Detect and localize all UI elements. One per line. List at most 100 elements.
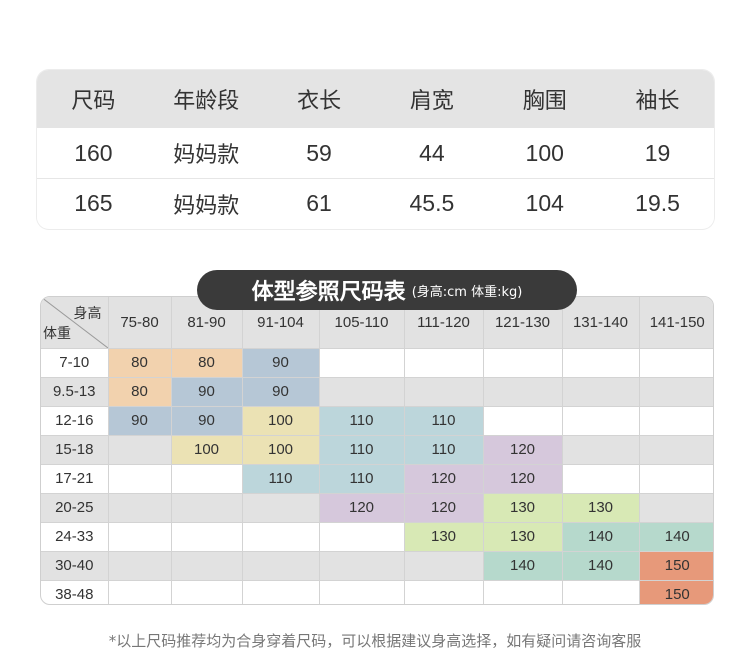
size-recommendation-cell [403,550,484,581]
grid-row: 9.5-13 80 90 90 [41,376,713,407]
size-recommendation-cell [638,492,713,523]
size-recommendation-cell: 100 [170,434,243,465]
weight-range-label: 20-25 [41,492,109,523]
chest-value: 104 [525,190,564,216]
size-recommendation-cell: 130 [482,521,563,552]
size-recommendation-cell: 110 [403,405,484,436]
sleeve-value: 19 [644,139,671,166]
size-recommendation-cell: 120 [403,492,484,523]
size-recommendation-cell [403,579,484,604]
size-recommendation-cell: 90 [170,405,243,436]
size-recommendation-cell [638,376,713,407]
height-range-header: 131-140 [561,297,640,349]
size-recommendation-cell: 110 [318,405,405,436]
size-recommendation-cell [241,550,320,581]
size-recommendation-cell: 120 [482,434,563,465]
corner-height-label: 身高 [73,306,102,322]
size-value: 165 [74,190,113,216]
size-recommendation-cell [403,376,484,407]
size-recommendation-cell: 80 [107,347,172,378]
header-age-group: 年龄段 [173,89,240,114]
size-recommendation-cell [241,579,320,604]
size-recommendation-cell [107,550,172,581]
size-recommendation-cell [107,579,172,604]
weight-range-label: 7-10 [41,347,109,378]
chest-value: 100 [525,139,564,166]
grid-row: 24-33 130 130 140 140 [41,521,713,552]
size-recommendation-cell [561,405,640,436]
shoulder-value: 45.5 [409,190,455,216]
age-group-value: 妈妈款 [173,143,240,168]
header-chest: 胸围 [522,89,567,114]
grid-row: 12-16 90 90 100 110 110 [41,405,713,436]
size-recommendation-cell: 80 [170,347,243,378]
size-recommendation-cell [170,492,243,523]
size-recommendation-cell [107,492,172,523]
size-recommendation-cell: 140 [561,550,640,581]
body-type-grid: 身高 体重 75-80 81-90 91-104 105-110 111-120… [40,296,714,605]
size-recommendation-cell [482,579,563,604]
corner-weight-label: 体重 [43,325,71,342]
size-recommendation-cell [241,492,320,523]
size-recommendation-cell [638,434,713,465]
size-recommendation-cell: 120 [403,463,484,494]
sleeve-value: 19.5 [635,190,680,216]
size-recommendation-cell: 120 [318,492,405,523]
size-recommendation-cell: 120 [482,463,563,494]
size-recommendation-cell: 90 [107,405,172,436]
weight-range-label: 9.5-13 [41,376,109,407]
height-range-header: 75-80 [107,297,172,349]
size-recommendation-cell: 150 [638,579,713,604]
weight-range-label: 15-18 [41,434,109,465]
age-group-value: 妈妈款 [173,193,240,219]
size-recommendation-cell [561,376,640,407]
header-sleeve: 袖长 [635,89,680,114]
size-recommendation-cell [107,463,172,494]
size-recommendation-cell [318,347,405,378]
body-type-table: 身高 体重 75-80 81-90 91-104 105-110 111-120… [41,297,713,604]
header-length: 衣长 [297,89,342,114]
size-recommendation-cell [482,347,563,378]
size-recommendation-cell [170,550,243,581]
size-recommendation-cell [561,579,640,604]
size-recommendation-cell [561,463,640,494]
size-recommendation-cell [638,463,713,494]
grid-row: 20-25 120 120 130 130 [41,492,713,523]
size-recommendation-cell: 130 [561,492,640,523]
size-recommendation-cell [107,521,172,552]
size-value: 160 [74,139,113,166]
size-recommendation-cell: 140 [561,521,640,552]
size-recommendation-cell [318,376,405,407]
size-recommendation-cell [638,405,713,436]
grid-row: 30-40 140 140 150 [41,550,713,581]
size-recommendation-cell: 110 [241,463,320,494]
size-recommendation-cell: 140 [638,521,713,552]
length-value: 61 [306,190,332,216]
chart-title-units: (身高:cm 体重:kg) [411,284,523,300]
grid-corner-cell: 身高 体重 [41,297,109,349]
size-recommendation-cell [561,347,640,378]
size-recommendation-cell: 130 [403,521,484,552]
size-recommendation-cell: 90 [241,347,320,378]
weight-range-label: 30-40 [41,550,109,581]
grid-row: 7-10 80 80 90 [41,347,713,378]
size-recommendation-cell [638,347,713,378]
size-recommendation-cell: 110 [318,434,405,465]
size-recommendation-cell [170,579,243,604]
shoulder-value: 44 [419,139,445,166]
grid-row: 38-48 150 [41,579,713,604]
size-recommendation-cell: 90 [170,376,243,407]
footnote: *以上尺码推荐均为合身穿着尺码，可以根据建议身高选择，如有疑问请咨询客服 [108,632,642,650]
size-recommendation-cell [241,521,320,552]
header-shoulder: 肩宽 [409,89,454,114]
weight-range-label: 12-16 [41,405,109,436]
weight-range-label: 38-48 [41,579,109,604]
size-recommendation-cell: 100 [241,434,320,465]
size-recommendation-cell: 130 [482,492,563,523]
header-size: 尺码 [71,89,116,114]
size-recommendation-cell: 90 [241,376,320,407]
size-recommendation-cell [318,521,405,552]
size-table: 尺码 年龄段 衣长 肩宽 胸围 袖长 160 妈妈款 59 44 100 19 … [37,70,714,229]
size-recommendation-cell [482,376,563,407]
size-recommendation-cell: 80 [107,376,172,407]
